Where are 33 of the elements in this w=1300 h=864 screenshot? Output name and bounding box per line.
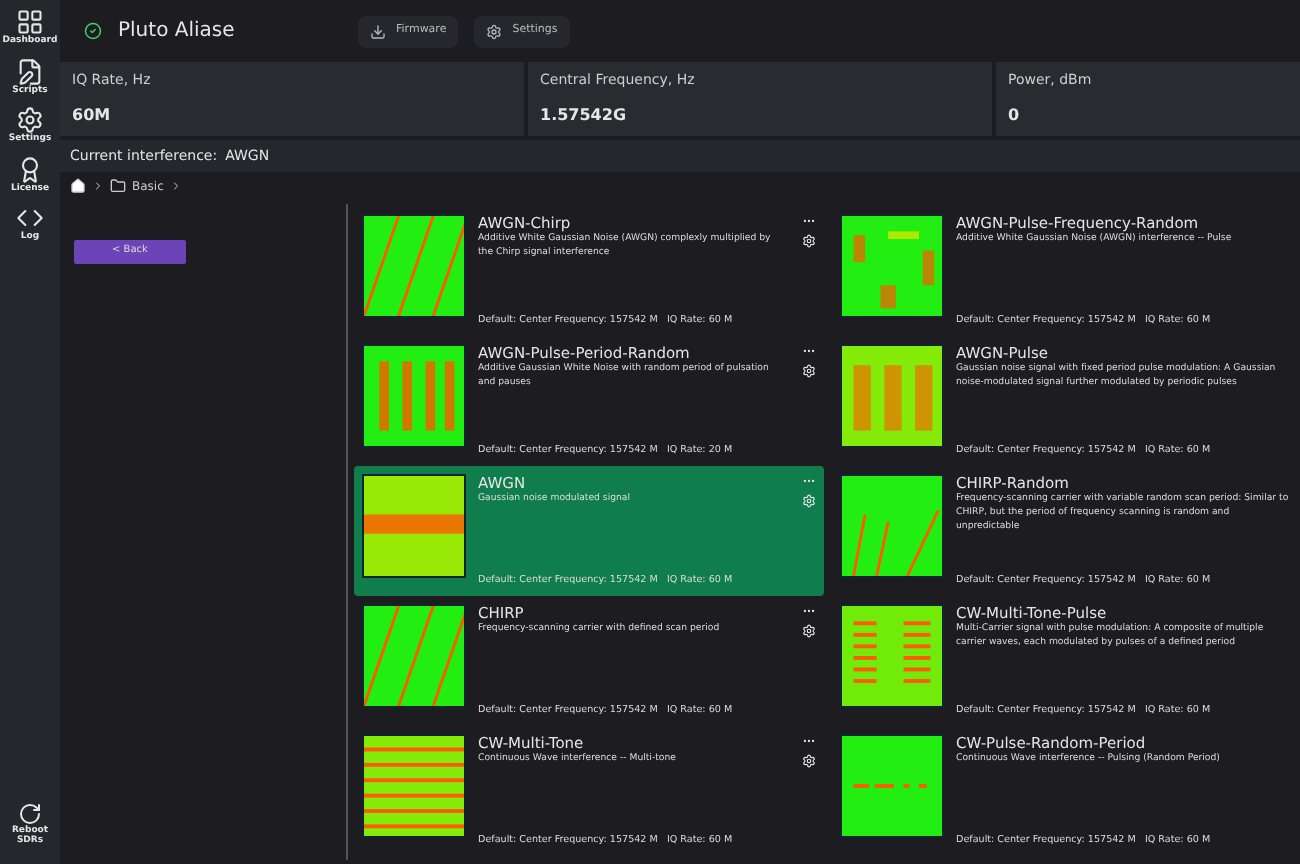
more-icon[interactable] (801, 604, 815, 618)
download-icon (370, 23, 386, 39)
spectrogram-drawing (362, 734, 466, 838)
spectrogram-drawing (840, 344, 944, 448)
spectrogram-drawing (362, 214, 466, 318)
device-name: Pluto Aliase (118, 18, 237, 46)
grid-icon (15, 8, 44, 36)
more-icon[interactable] (801, 344, 815, 358)
more-icon[interactable] (801, 734, 815, 748)
spectrogram-drawing (840, 604, 944, 708)
reload-icon (18, 801, 42, 826)
settings-icon[interactable] (801, 364, 815, 378)
settings-icon (486, 23, 503, 39)
spectrogram-drawing (362, 604, 466, 708)
document-icon (15, 57, 44, 85)
stat-value: 0 (1008, 104, 1022, 128)
more-icon[interactable] (801, 214, 815, 228)
settings-icon[interactable] (801, 234, 815, 248)
chevron-icon (92, 180, 104, 192)
code-icon (16, 204, 44, 232)
spectrogram-drawing (840, 474, 944, 578)
spectrogram-drawing (362, 344, 466, 448)
spectrogram-drawing (840, 214, 944, 318)
spectrogram-drawing (362, 474, 466, 578)
settings-icon (16, 106, 44, 134)
stat-value: 1.57542G (540, 104, 629, 128)
folder-icon (110, 178, 126, 194)
home-icon (70, 178, 86, 194)
spectrogram-drawing (840, 734, 944, 838)
settings-icon[interactable] (801, 754, 815, 768)
chevron-icon (169, 180, 182, 192)
stat-value: 60M (72, 104, 113, 128)
settings-icon[interactable] (801, 624, 815, 638)
